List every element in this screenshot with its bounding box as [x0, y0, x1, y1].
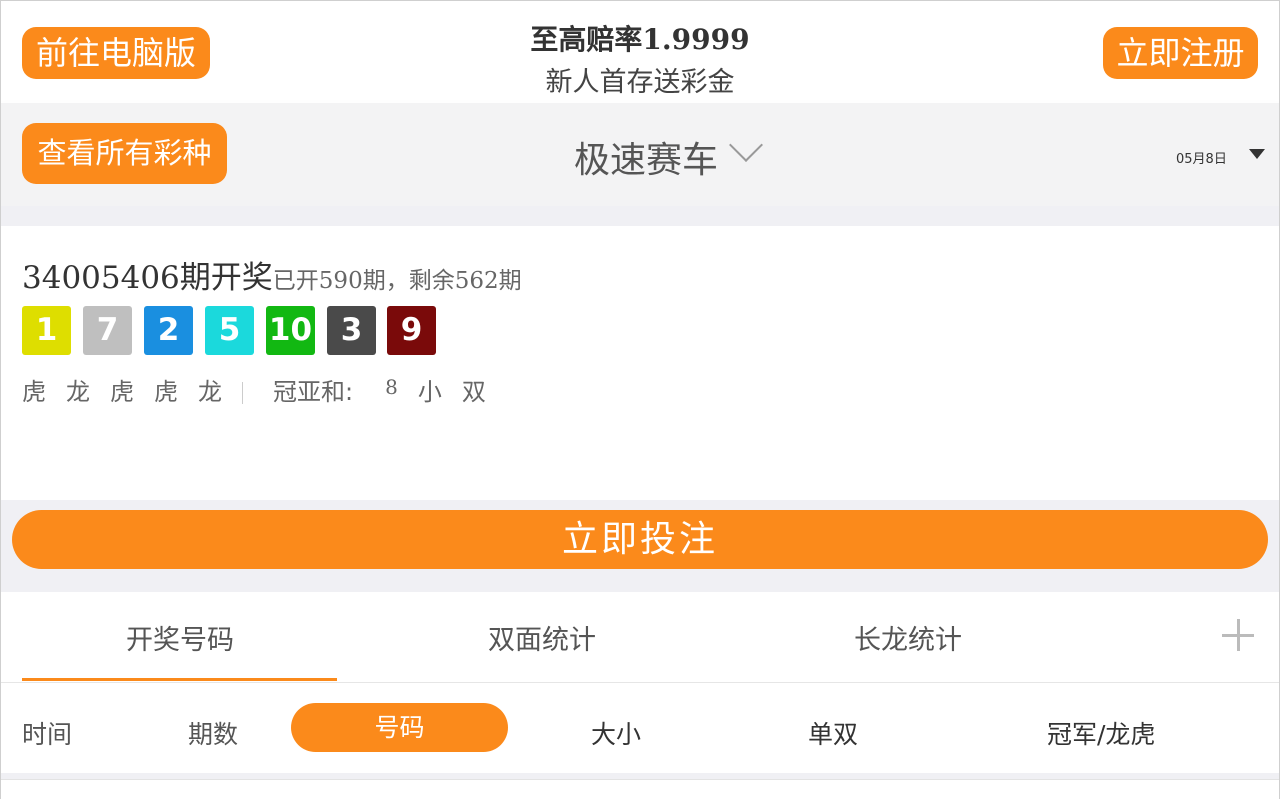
filter-issue[interactable]: 期数 [188, 715, 238, 751]
dragon-tiger-tag: 虎 [110, 378, 134, 406]
place-bet-button[interactable]: 立即投注 [12, 510, 1268, 569]
sub-filter-bar: 时间 期数 号码 大小 单双 冠军/龙虎 [0, 683, 1280, 773]
result-ball: 5 [205, 306, 254, 355]
section-gap [0, 206, 1280, 226]
result-ball: 1 [22, 306, 71, 355]
sum-label: 冠亚和: [273, 378, 354, 406]
all-lotteries-button[interactable]: 查看所有彩种 [22, 123, 227, 184]
promo-header: 前往电脑版 至高赔率1.9999 新人首存送彩金 立即注册 [0, 0, 1280, 103]
date-selector[interactable]: 05月8日 [1176, 148, 1227, 167]
dragon-tiger-tag: 龙 [198, 378, 222, 406]
tab-two-side-stats[interactable]: 双面统计 [488, 618, 596, 657]
result-ball: 2 [144, 306, 193, 355]
result-ball: 3 [327, 306, 376, 355]
sum-size: 小 [417, 378, 442, 406]
promo-subtitle: 新人首存送彩金 [545, 67, 735, 98]
draw-issue: 34005406期开奖已开590期，剩余562期 [22, 252, 522, 297]
results-list-top [0, 779, 1280, 801]
divider [242, 382, 243, 404]
stats-tabs: 开奖号码 双面统计 长龙统计 [0, 592, 1280, 683]
filter-big-small[interactable]: 大小 [591, 715, 641, 751]
tab-long-dragon-stats[interactable]: 长龙统计 [854, 618, 962, 657]
result-ball: 9 [387, 306, 436, 355]
draw-progress: 已开590期，剩余562期 [272, 268, 522, 294]
lottery-selector-bar: 查看所有彩种 极速赛车 05月8日 [0, 103, 1280, 206]
chevron-down-icon[interactable] [729, 128, 763, 162]
draw-attributes: 虎龙虎虎龙冠亚和: 8 小双 [22, 372, 486, 407]
caret-down-icon[interactable] [1249, 149, 1265, 159]
lottery-name-dropdown[interactable]: 极速赛车 [574, 131, 718, 183]
result-ball: 10 [266, 306, 315, 355]
tab-draw-numbers[interactable]: 开奖号码 [126, 618, 234, 657]
dragon-tiger-tag: 虎 [22, 378, 46, 406]
result-ball: 7 [83, 306, 132, 355]
filter-champion-dragon-tiger[interactable]: 冠军/龙虎 [1047, 715, 1155, 751]
promo-title: 至高赔率1.9999 [530, 23, 750, 56]
sum-value: 8 [385, 375, 398, 399]
issue-number: 34005406期开奖 [22, 260, 273, 296]
filter-time[interactable]: 时间 [22, 715, 72, 751]
sum-parity: 双 [461, 378, 486, 406]
draw-result-card: 34005406期开奖已开590期，剩余562期 1 7 2 5 10 3 9 … [0, 226, 1280, 500]
register-button[interactable]: 立即注册 [1103, 27, 1258, 79]
dragon-tiger-tag: 龙 [66, 378, 90, 406]
filter-odd-even[interactable]: 单双 [808, 715, 858, 751]
active-tab-indicator [22, 678, 337, 681]
filter-numbers[interactable]: 号码 [291, 703, 508, 752]
dragon-tiger-tag: 虎 [154, 378, 178, 406]
